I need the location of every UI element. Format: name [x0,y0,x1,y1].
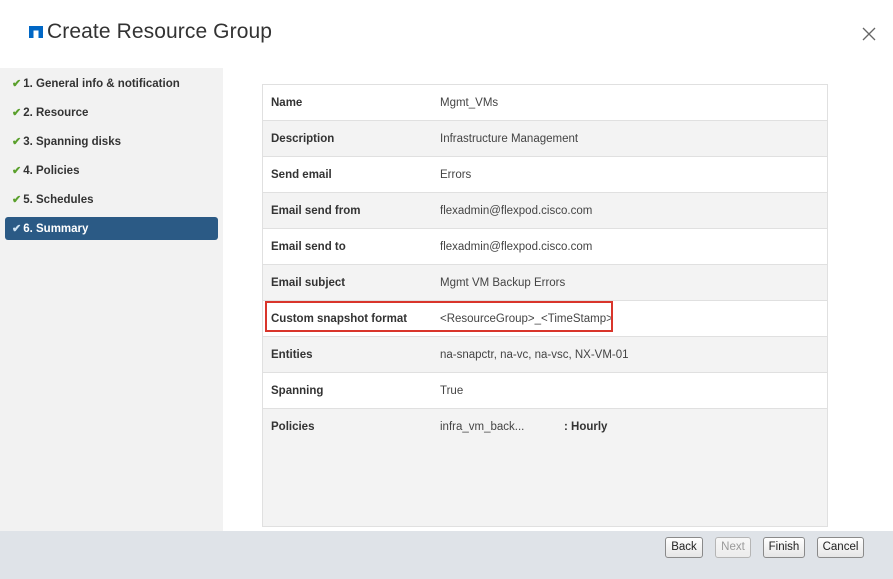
row-value: na-snapctr, na-vc, na-vsc, NX-VM-01 [440,349,629,361]
dialog-footer: Back Next Finish Cancel [0,531,893,579]
summary-row-spanning: Spanning True [263,373,827,409]
row-value: Errors [440,169,472,181]
step-label: 5. Schedules [23,193,94,206]
step-resource[interactable]: ✔ 2. Resource [5,101,218,124]
step-spanning-disks[interactable]: ✔ 3. Spanning disks [5,130,218,153]
row-value: infra_vm_back... [440,421,525,433]
step-summary[interactable]: ✔ 6. Summary [5,217,218,240]
summary-content: Name Mgmt_VMs Description Infrastructure… [223,68,893,531]
row-value: True [440,385,464,397]
dialog-title: Create Resource Group [47,20,273,43]
row-label: Email send to [271,241,346,253]
check-icon: ✔ [12,107,22,119]
step-label: 3. Spanning disks [23,135,121,148]
wizard-steps-sidebar: ✔ 1. General info & notification ✔ 2. Re… [0,68,223,531]
row-label: Description [271,133,335,145]
check-icon: ✔ [12,194,22,206]
finish-button[interactable]: Finish [763,537,805,558]
back-button[interactable]: Back [665,537,703,558]
dialog-header: Create Resource Group [0,0,893,68]
row-label: Email send from [271,205,361,217]
summary-row-name: Name Mgmt_VMs [263,85,827,121]
row-label: Policies [271,421,315,433]
row-value: Mgmt_VMs [440,97,499,109]
row-value: <ResourceGroup>_<TimeStamp> [440,313,613,325]
step-label: 1. General info & notification [23,77,180,90]
summary-row-description: Description Infrastructure Management [263,121,827,157]
check-icon: ✔ [12,165,22,177]
summary-row-email-send-from: Email send from flexadmin@flexpod.cisco.… [263,193,827,229]
summary-row-email-subject: Email subject Mgmt VM Backup Errors [263,265,827,301]
check-icon: ✔ [12,136,22,148]
row-value: Mgmt VM Backup Errors [440,277,566,289]
row-label: Spanning [271,385,324,397]
row-label: Custom snapshot format [271,313,408,325]
row-label: Email subject [271,277,346,289]
row-label: Name [271,97,303,109]
policy-schedule-value: : Hourly [564,421,608,433]
summary-row-email-send-to: Email send to flexadmin@flexpod.cisco.co… [263,229,827,265]
row-value: flexadmin@flexpod.cisco.com [440,205,593,217]
step-schedules[interactable]: ✔ 5. Schedules [5,188,218,211]
summary-table: Name Mgmt_VMs Description Infrastructure… [262,84,828,527]
summary-row-policies: Policies infra_vm_back... : Hourly [263,409,827,445]
step-label: 2. Resource [23,106,89,119]
step-label: 4. Policies [23,164,80,177]
row-value: flexadmin@flexpod.cisco.com [440,241,593,253]
summary-row-entities: Entities na-snapctr, na-vc, na-vsc, NX-V… [263,337,827,373]
close-icon[interactable] [861,26,877,42]
step-label: 6. Summary [23,222,89,235]
check-icon: ✔ [12,223,22,235]
row-label: Entities [271,349,313,361]
step-general-info[interactable]: ✔ 1. General info & notification [5,72,218,95]
check-icon: ✔ [12,78,22,90]
step-policies[interactable]: ✔ 4. Policies [5,159,218,182]
next-button[interactable]: Next [715,537,751,558]
row-value: Infrastructure Management [440,133,579,145]
summary-row-send-email: Send email Errors [263,157,827,193]
summary-row-custom-snapshot-format: Custom snapshot format <ResourceGroup>_<… [263,301,827,337]
create-resource-group-dialog: Create Resource Group ✔ 1. General info … [0,0,893,579]
netapp-logo-icon [29,26,43,38]
row-label: Send email [271,169,332,181]
cancel-button[interactable]: Cancel [817,537,864,558]
